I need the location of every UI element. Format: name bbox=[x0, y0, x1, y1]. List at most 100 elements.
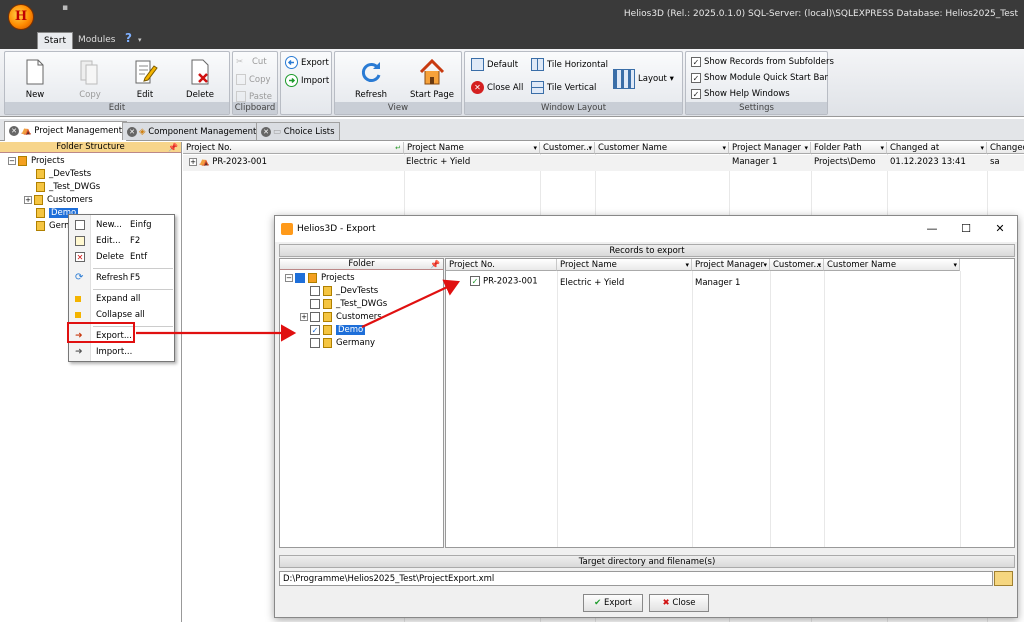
checkmark-icon[interactable]: ✓ bbox=[470, 276, 480, 286]
filter-dropdown-icon[interactable]: ▾ bbox=[953, 259, 957, 270]
tab-choice-lists[interactable]: ✕ ▭ Choice Lists bbox=[256, 122, 340, 140]
filter-dropdown-icon[interactable]: ▾ bbox=[817, 259, 821, 270]
menu-item-new[interactable]: New... Einfg bbox=[69, 218, 174, 233]
col-project-name[interactable]: Project Name ▾ bbox=[404, 142, 540, 154]
expand-icon[interactable]: + bbox=[24, 195, 32, 204]
tab-component-management[interactable]: ✕ ◈ Component Management bbox=[122, 122, 262, 140]
close-tab-icon[interactable]: ✕ bbox=[9, 125, 19, 136]
minimize-icon[interactable]: — bbox=[915, 216, 949, 242]
copy-button[interactable]: Copy bbox=[67, 56, 113, 102]
filter-dropdown-icon[interactable]: ▾ bbox=[980, 142, 984, 153]
export-button[interactable]: ✔ Export bbox=[583, 594, 643, 612]
filter-dropdown-icon[interactable]: ▾ bbox=[722, 142, 726, 153]
col-label: Changed bbox=[990, 143, 1024, 153]
menu-item-expand-all[interactable]: Expand all bbox=[69, 292, 174, 307]
checkbox[interactable] bbox=[310, 311, 320, 322]
filter-dropdown-icon[interactable]: ▾ bbox=[588, 142, 592, 153]
close-button[interactable]: ✖ Close bbox=[649, 594, 709, 612]
close-tab-icon[interactable]: ✕ bbox=[261, 126, 271, 137]
dialog-tree-germany[interactable]: Germany bbox=[310, 337, 375, 349]
menu-item-delete[interactable]: ✕ Delete Entf bbox=[69, 250, 174, 265]
close-all-button[interactable]: ✕ Close All bbox=[471, 81, 523, 96]
expand-icon[interactable]: + bbox=[300, 312, 308, 321]
show-module-checkbox[interactable]: ✓ Show Module Quick Start Bar bbox=[691, 71, 828, 86]
start-page-button[interactable]: Start Page bbox=[405, 56, 459, 102]
start-page-label: Start Page bbox=[409, 90, 455, 100]
edit-button[interactable]: Edit bbox=[122, 56, 168, 102]
maximize-icon[interactable]: ☐ bbox=[949, 216, 983, 242]
close-tab-icon[interactable]: ✕ bbox=[127, 126, 137, 137]
tree-item-customers[interactable]: + Customers bbox=[24, 194, 93, 206]
dialog-tree-demo[interactable]: ✓ Demo bbox=[310, 324, 366, 336]
app-logo[interactable]: H bbox=[8, 4, 34, 30]
checkbox[interactable] bbox=[310, 337, 320, 348]
delete-button[interactable]: Delete bbox=[177, 56, 223, 102]
pin-icon[interactable]: 📌 bbox=[168, 142, 178, 153]
tile-vertical-button[interactable]: Tile Vertical bbox=[531, 81, 596, 96]
grid-divider bbox=[960, 271, 961, 547]
tile-horizontal-button[interactable]: Tile Horizontal bbox=[531, 58, 608, 73]
filter-dropdown-icon[interactable]: ▾ bbox=[685, 259, 689, 270]
filter-dropdown-icon[interactable]: ▾ bbox=[804, 142, 808, 153]
tree-root-projects[interactable]: − Projects bbox=[8, 155, 65, 167]
close-icon[interactable]: ✕ bbox=[983, 216, 1017, 242]
collapse-icon[interactable]: − bbox=[8, 156, 16, 165]
col-changed-at[interactable]: Changed at ▾ bbox=[887, 142, 987, 154]
dcol-project-name[interactable]: Project Name ▾ bbox=[557, 259, 692, 271]
default-label: Default bbox=[487, 60, 519, 70]
checkmark-icon[interactable]: ✓ bbox=[310, 324, 320, 335]
partial-check-icon[interactable] bbox=[295, 272, 305, 283]
col-changed-by[interactable]: Changed bbox=[987, 142, 1024, 154]
tree-item-test-dwgs[interactable]: _Test_DWGs bbox=[36, 181, 100, 193]
drow-project-no[interactable]: ✓ PR-2023-001 bbox=[470, 276, 538, 287]
target-path-input[interactable] bbox=[279, 571, 993, 586]
tree-item-devtests[interactable]: _DevTests bbox=[36, 168, 91, 180]
menu-item-refresh[interactable]: ⟳ Refresh F5 bbox=[69, 271, 174, 286]
show-help-checkbox[interactable]: ✓ Show Help Windows bbox=[691, 87, 790, 102]
dcol-project-manager[interactable]: Project Manager ▾ bbox=[692, 259, 770, 271]
clipboard-copy-button[interactable]: Copy bbox=[236, 73, 271, 88]
default-layout-button[interactable]: Default bbox=[471, 58, 518, 73]
dialog-tree-customers[interactable]: + Customers bbox=[300, 311, 382, 323]
dialog-tree-root[interactable]: − Projects bbox=[285, 272, 355, 284]
tab-modules[interactable]: Modules bbox=[72, 32, 121, 49]
dcol-project-no[interactable]: Project No. bbox=[446, 259, 557, 271]
layout-dropdown-button[interactable]: Layout ▾ bbox=[613, 68, 674, 90]
new-button[interactable]: New bbox=[12, 56, 58, 102]
col-customer-name[interactable]: Customer Name ▾ bbox=[595, 142, 729, 154]
dialog-tree-devtests[interactable]: _DevTests bbox=[310, 285, 378, 297]
collapse-icon[interactable]: − bbox=[285, 273, 293, 282]
filter-dropdown-icon[interactable]: ▾ bbox=[880, 142, 884, 153]
pin-icon[interactable]: 📌 bbox=[430, 259, 440, 270]
checkbox[interactable] bbox=[310, 298, 320, 309]
browse-folder-icon[interactable] bbox=[994, 571, 1013, 586]
filter-dropdown-icon[interactable]: ▾ bbox=[763, 259, 767, 270]
col-customer-no[interactable]: Customer... ▾ bbox=[540, 142, 595, 154]
grid-divider bbox=[770, 271, 771, 547]
filter-dropdown-icon[interactable]: ▾ bbox=[533, 142, 537, 153]
show-records-checkbox[interactable]: ✓ Show Records from Subfolders bbox=[691, 55, 834, 70]
help-icon[interactable]: ? ▾ bbox=[125, 31, 141, 45]
grid-divider bbox=[692, 271, 693, 547]
folder-icon bbox=[36, 181, 45, 192]
quick-access-icon[interactable]: ▪ bbox=[62, 3, 68, 13]
export-ribbon-button[interactable]: Export bbox=[285, 56, 329, 71]
import-ribbon-button[interactable]: Import bbox=[285, 74, 329, 89]
tab-project-management[interactable]: ✕ ⛺ Project Management bbox=[4, 121, 128, 141]
menu-item-collapse-all[interactable]: Collapse all bbox=[69, 308, 174, 323]
checkbox[interactable] bbox=[310, 285, 320, 296]
refresh-button[interactable]: Refresh bbox=[347, 56, 395, 102]
tab-start[interactable]: Start bbox=[37, 32, 73, 49]
menu-item-import[interactable]: ➜ Import... bbox=[69, 345, 174, 360]
dcol-customer-name[interactable]: Customer Name ▾ bbox=[824, 259, 960, 271]
dcol-customer-no[interactable]: Customer... ▾ bbox=[770, 259, 824, 271]
expand-icon[interactable]: + bbox=[189, 157, 197, 166]
col-project-no[interactable]: Project No. ↵ bbox=[183, 142, 404, 154]
menu-item-edit[interactable]: Edit... F2 bbox=[69, 234, 174, 249]
tab-label: Component Management bbox=[148, 127, 257, 137]
dialog-tree-test-dwgs[interactable]: _Test_DWGs bbox=[310, 298, 387, 310]
tree-item-germany[interactable]: Germ bbox=[36, 220, 72, 232]
cut-button[interactable]: ✂ Cut bbox=[236, 55, 267, 70]
col-folder-path[interactable]: Folder Path ▾ bbox=[811, 142, 887, 154]
col-project-manager[interactable]: Project Manager ▾ bbox=[729, 142, 811, 154]
